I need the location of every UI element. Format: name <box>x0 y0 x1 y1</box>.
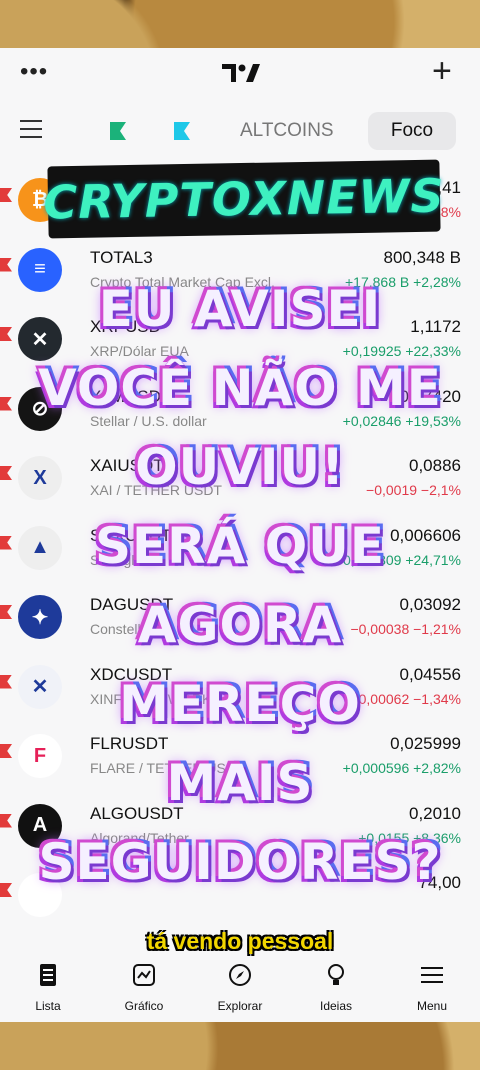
bottom-nav: Lista Gráfico Explorar Ideias Menu <box>0 952 480 1022</box>
red-flag-icon[interactable] <box>0 188 12 202</box>
nav-explorar[interactable]: Explorar <box>192 962 288 1013</box>
price-value: 800,348 B <box>383 247 461 267</box>
nav-grafico-label: Gráfico <box>124 999 164 1013</box>
nav-grafico[interactable]: Gráfico <box>96 962 192 1013</box>
watchlist-tabs: ALTCOINS Foco <box>0 110 480 154</box>
video-caption: EU AVISEI VOCÊ NÃO ME OUVIU! SERÁ QUE AGORA M… <box>0 270 480 902</box>
caption-line: MEREÇO <box>119 675 361 733</box>
banner-text: CRYPTOXNEWS <box>43 168 445 230</box>
nav-ideias[interactable]: Ideias <box>288 962 384 1013</box>
caption-line: SERÁ QUE <box>94 517 386 575</box>
compass-icon <box>229 964 251 986</box>
plus-icon[interactable]: + <box>432 52 452 91</box>
tab-foco[interactable]: Foco <box>368 112 456 150</box>
nav-ideias-label: Ideias <box>319 999 353 1013</box>
nav-menu-label: Menu <box>416 999 448 1013</box>
caption-line: SEGUIDORES? <box>38 833 442 891</box>
tab-altcoins[interactable]: ALTCOINS <box>240 120 334 142</box>
caption-line: OUVIU! <box>135 438 345 496</box>
caption-line: MAIS <box>166 754 314 812</box>
caption-line: VOCÊ NÃO ME <box>38 359 442 417</box>
lightbulb-icon <box>328 964 344 985</box>
nav-lista-label: Lista <box>35 999 61 1013</box>
top-bar: ••• + <box>0 48 480 100</box>
more-dots-icon[interactable]: ••• <box>20 58 48 86</box>
green-flag-icon[interactable] <box>110 122 126 140</box>
nav-lista[interactable]: Lista <box>0 962 96 1013</box>
nav-explorar-label: Explorar <box>217 999 263 1013</box>
cyan-flag-icon[interactable] <box>174 122 190 140</box>
cryptoxnews-banner: CRYPTOXNEWS <box>43 159 445 239</box>
symbol-label: TOTAL3 <box>90 247 153 267</box>
caption-line: EU AVISEI <box>98 280 382 338</box>
caption-line: AGORA <box>137 596 343 654</box>
hamburger-icon[interactable] <box>20 120 42 138</box>
list-icon <box>40 964 56 986</box>
nav-menu[interactable]: Menu <box>384 962 480 1013</box>
tradingview-logo-icon <box>222 64 260 82</box>
menu-icon <box>421 967 443 983</box>
chart-icon <box>133 964 155 986</box>
subtitle-text: tá vendo pessoal <box>146 928 334 954</box>
